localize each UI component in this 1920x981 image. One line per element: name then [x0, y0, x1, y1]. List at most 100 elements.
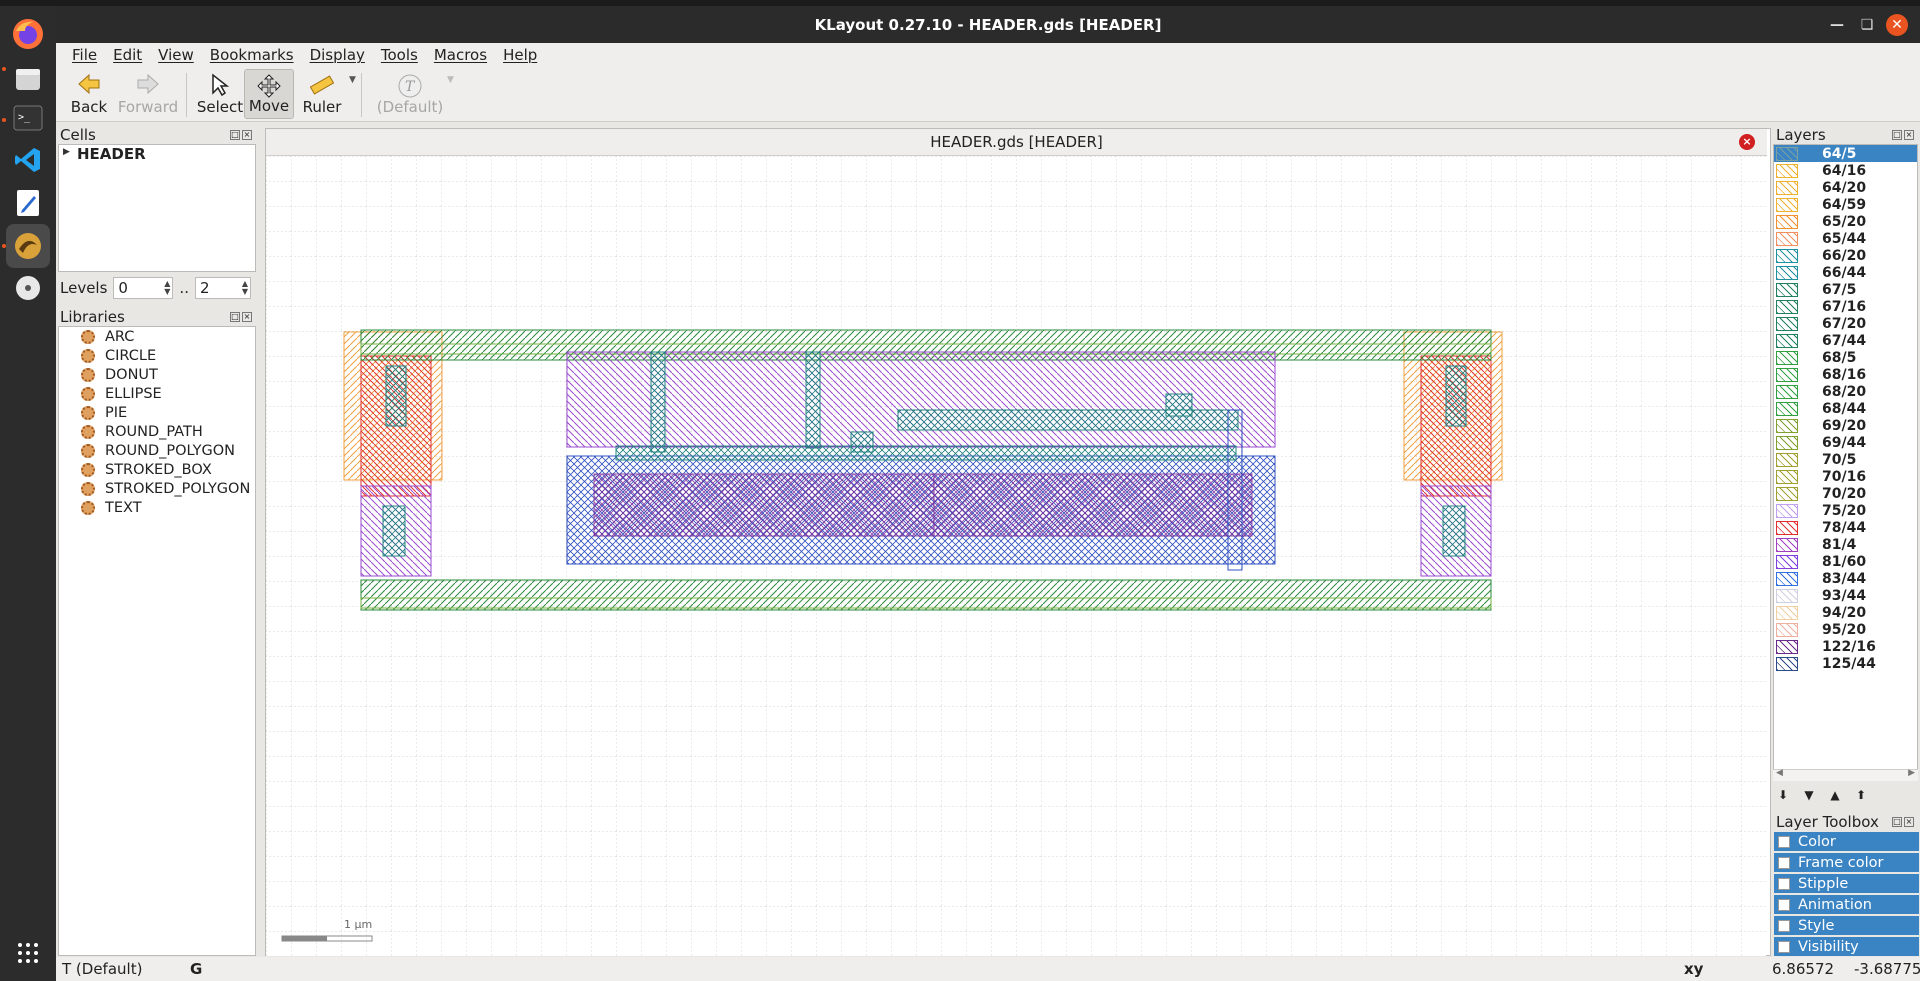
layer-row[interactable]: 64/5	[1774, 145, 1917, 162]
toolbox-color[interactable]: Color	[1774, 832, 1919, 851]
layer-row[interactable]: 93/44	[1774, 587, 1917, 604]
layer-row[interactable]: 65/44	[1774, 230, 1917, 247]
layer-row[interactable]: 81/4	[1774, 536, 1917, 553]
menu-view[interactable]: View	[150, 46, 202, 64]
expand-checkbox[interactable]	[1778, 898, 1790, 911]
library-item[interactable]: TEXT	[81, 498, 142, 517]
cell-header[interactable]: HEADER	[77, 145, 146, 163]
library-item[interactable]: STROKED_POLYGON	[81, 479, 250, 498]
layer-row[interactable]: 68/5	[1774, 349, 1917, 366]
ruler-button[interactable]: Ruler	[296, 69, 348, 119]
layer-row[interactable]: 67/16	[1774, 298, 1917, 315]
move-to-bottom-icon[interactable]: ⬇	[1773, 785, 1793, 805]
menu-macros[interactable]: Macros	[426, 46, 495, 64]
scroll-left-icon[interactable]: ◀	[1776, 768, 1783, 778]
library-item[interactable]: ROUND_PATH	[81, 422, 203, 441]
text-default-button[interactable]: T (Default)	[374, 69, 446, 119]
library-item[interactable]: PIE	[81, 403, 127, 422]
library-item[interactable]: ARC	[81, 327, 134, 346]
menu-tools[interactable]: Tools	[373, 46, 426, 64]
float-panel-icon[interactable]: □	[1892, 817, 1902, 827]
layer-row[interactable]: 70/16	[1774, 468, 1917, 485]
layer-row[interactable]: 95/20	[1774, 621, 1917, 638]
float-panel-icon[interactable]: □	[230, 312, 240, 322]
back-button[interactable]: Back	[64, 69, 114, 119]
layer-row[interactable]: 66/20	[1774, 247, 1917, 264]
select-button[interactable]: Select	[190, 69, 250, 119]
maximize-icon[interactable]: ❏	[1856, 14, 1878, 36]
terminal-icon[interactable]: >_	[6, 96, 50, 140]
layer-row[interactable]: 67/5	[1774, 281, 1917, 298]
minimize-icon[interactable]: —	[1826, 14, 1848, 36]
libraries-list[interactable]: ARC CIRCLE DONUT ELLIPSE PIE ROUND_PATH …	[58, 326, 256, 956]
text-editor-icon[interactable]	[6, 181, 50, 225]
layer-row[interactable]: 64/16	[1774, 162, 1917, 179]
layer-row[interactable]: 67/20	[1774, 315, 1917, 332]
menu-display[interactable]: Display	[302, 46, 373, 64]
library-item[interactable]: CIRCLE	[81, 346, 156, 365]
levels-from-input[interactable]: 0 ▲ ▼	[113, 277, 174, 299]
firefox-icon[interactable]	[6, 12, 50, 56]
close-tab-icon[interactable]: ×	[1739, 134, 1755, 150]
float-panel-icon[interactable]: □	[1892, 130, 1902, 140]
close-panel-icon[interactable]: ×	[242, 130, 252, 140]
spin-arrows-icon[interactable]: ▲ ▼	[242, 280, 248, 296]
expand-checkbox[interactable]	[1778, 877, 1790, 890]
layer-row[interactable]: 70/20	[1774, 485, 1917, 502]
scroll-right-icon[interactable]: ▶	[1908, 768, 1915, 778]
expand-checkbox[interactable]	[1778, 835, 1790, 848]
layer-row[interactable]: 69/44	[1774, 434, 1917, 451]
spin-arrows-icon[interactable]: ▲ ▼	[164, 280, 170, 296]
toolbox-frame-color[interactable]: Frame color	[1774, 853, 1919, 872]
layer-row[interactable]: 68/16	[1774, 366, 1917, 383]
layer-row[interactable]: 68/44	[1774, 400, 1917, 417]
menu-edit[interactable]: Edit	[105, 46, 150, 64]
expand-checkbox[interactable]	[1778, 919, 1790, 932]
library-item[interactable]: ELLIPSE	[81, 384, 162, 403]
canvas-tab[interactable]: HEADER.gds [HEADER] ×	[266, 129, 1767, 156]
files-icon[interactable]	[6, 57, 50, 101]
toolbox-visibility[interactable]: Visibility	[1774, 937, 1919, 956]
move-to-top-icon[interactable]: ⬆	[1851, 785, 1871, 805]
layer-row[interactable]: 65/20	[1774, 213, 1917, 230]
app-grid-icon[interactable]	[6, 931, 50, 975]
layer-row[interactable]: 64/59	[1774, 196, 1917, 213]
klayout-icon[interactable]	[6, 224, 50, 268]
close-panel-icon[interactable]: ×	[1904, 817, 1914, 827]
close-panel-icon[interactable]: ×	[242, 312, 252, 322]
expand-checkbox[interactable]	[1778, 940, 1790, 953]
menu-help[interactable]: Help	[495, 46, 545, 64]
layout-view[interactable]: 1 µm	[266, 156, 1766, 956]
toolbox-style[interactable]: Style	[1774, 916, 1919, 935]
toolbox-stipple[interactable]: Stipple	[1774, 874, 1919, 893]
library-item[interactable]: ROUND_POLYGON	[81, 441, 235, 460]
layer-row[interactable]: 122/16	[1774, 638, 1917, 655]
layer-row[interactable]: 66/44	[1774, 264, 1917, 281]
library-item[interactable]: STROKED_BOX	[81, 460, 212, 479]
layer-row[interactable]: 94/20	[1774, 604, 1917, 621]
close-panel-icon[interactable]: ×	[1904, 130, 1914, 140]
expand-icon[interactable]: ▶	[63, 147, 70, 157]
ruler-dropdown-icon[interactable]: ▼	[349, 75, 356, 85]
move-button[interactable]: Move	[244, 69, 294, 119]
layer-row[interactable]: 67/44	[1774, 332, 1917, 349]
forward-button[interactable]: Forward	[114, 69, 182, 119]
layer-row[interactable]: 64/20	[1774, 179, 1917, 196]
move-up-icon[interactable]: ▲	[1825, 785, 1845, 805]
layer-row[interactable]: 70/5	[1774, 451, 1917, 468]
cells-tree[interactable]: ▶ HEADER	[58, 144, 256, 272]
float-panel-icon[interactable]: □	[230, 130, 240, 140]
layer-row[interactable]: 125/44	[1774, 655, 1917, 672]
layers-horizontal-scrollbar[interactable]: ◀ ▶	[1773, 768, 1918, 781]
layer-row[interactable]: 75/20	[1774, 502, 1917, 519]
menu-bookmarks[interactable]: Bookmarks	[202, 46, 302, 64]
toolbox-animation[interactable]: Animation	[1774, 895, 1919, 914]
menu-file[interactable]: File	[64, 46, 105, 64]
levels-to-input[interactable]: 2 ▲ ▼	[194, 277, 251, 299]
expand-checkbox[interactable]	[1778, 856, 1790, 869]
disc-icon[interactable]	[6, 266, 50, 310]
close-icon[interactable]: ✕	[1886, 14, 1908, 36]
layer-row[interactable]: 83/44	[1774, 570, 1917, 587]
vscode-icon[interactable]	[6, 138, 50, 182]
layer-row[interactable]: 78/44	[1774, 519, 1917, 536]
